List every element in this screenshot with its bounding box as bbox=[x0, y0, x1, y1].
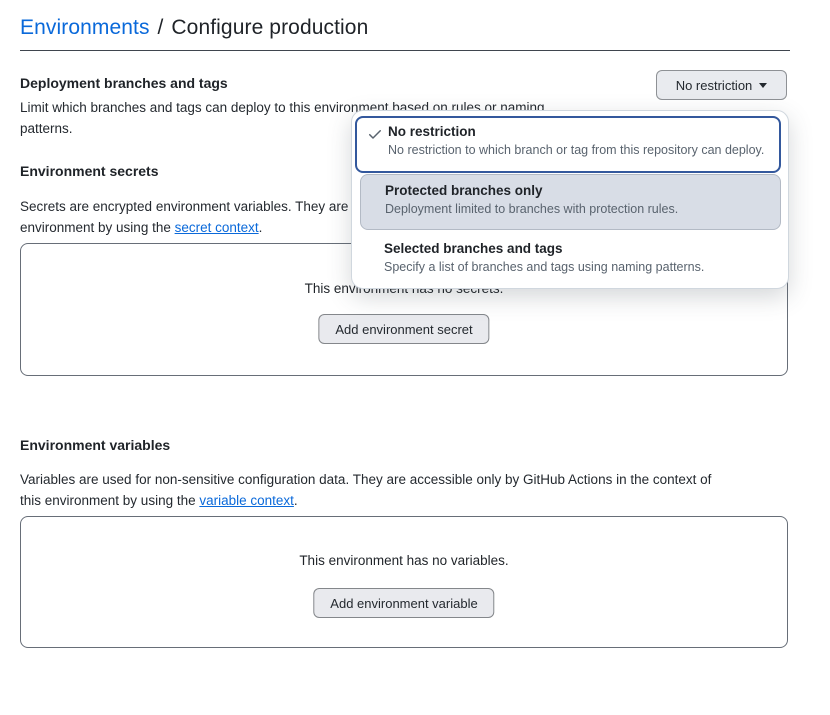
configure-environment-page: Environments / Configure production Depl… bbox=[0, 0, 830, 715]
page-title: Environments / Configure production bbox=[20, 16, 368, 40]
variables-desc-line2: this environment by using the variable c… bbox=[20, 490, 711, 511]
add-environment-variable-button[interactable]: Add environment variable bbox=[313, 588, 494, 618]
menu-item-description: No restriction to which branch or tag fr… bbox=[388, 143, 767, 157]
menu-item-title: No restriction bbox=[388, 124, 767, 139]
deployment-branches-heading: Deployment branches and tags bbox=[20, 75, 228, 91]
variables-desc-line1: Variables are used for non-sensitive con… bbox=[20, 469, 711, 490]
deployment-policy-dropdown-label: No restriction bbox=[676, 78, 753, 93]
deployment-policy-dropdown-button[interactable]: No restriction bbox=[656, 70, 787, 100]
header-divider bbox=[20, 50, 790, 51]
variable-context-link[interactable]: variable context bbox=[199, 493, 294, 508]
breadcrumb-current: Configure production bbox=[171, 16, 368, 39]
variables-empty-box: This environment has no variables. Add e… bbox=[20, 516, 788, 648]
menu-item-title: Protected branches only bbox=[385, 183, 768, 198]
check-icon bbox=[367, 126, 383, 147]
menu-item-description: Deployment limited to branches with prot… bbox=[385, 202, 768, 216]
menu-item-title: Selected branches and tags bbox=[384, 241, 769, 256]
add-environment-secret-button[interactable]: Add environment secret bbox=[318, 314, 489, 344]
secret-context-link[interactable]: secret context bbox=[175, 220, 259, 235]
menu-item-description: Specify a list of branches and tags usin… bbox=[384, 260, 769, 274]
breadcrumb-separator: / bbox=[150, 16, 172, 39]
menu-item-selected-branches-and-tags[interactable]: Selected branches and tags Specify a lis… bbox=[360, 233, 781, 289]
environment-secrets-heading: Environment secrets bbox=[20, 163, 159, 179]
menu-item-protected-branches-only[interactable]: Protected branches only Deployment limit… bbox=[360, 174, 781, 230]
environment-variables-heading: Environment variables bbox=[20, 437, 170, 453]
breadcrumb-environments-link[interactable]: Environments bbox=[20, 16, 150, 39]
chevron-down-icon bbox=[759, 83, 767, 88]
environment-variables-description: Variables are used for non-sensitive con… bbox=[20, 469, 711, 511]
menu-item-no-restriction[interactable]: No restriction No restriction to which b… bbox=[355, 116, 781, 173]
variables-empty-message: This environment has no variables. bbox=[21, 553, 787, 568]
deployment-policy-dropdown-menu: No restriction No restriction to which b… bbox=[351, 110, 789, 289]
